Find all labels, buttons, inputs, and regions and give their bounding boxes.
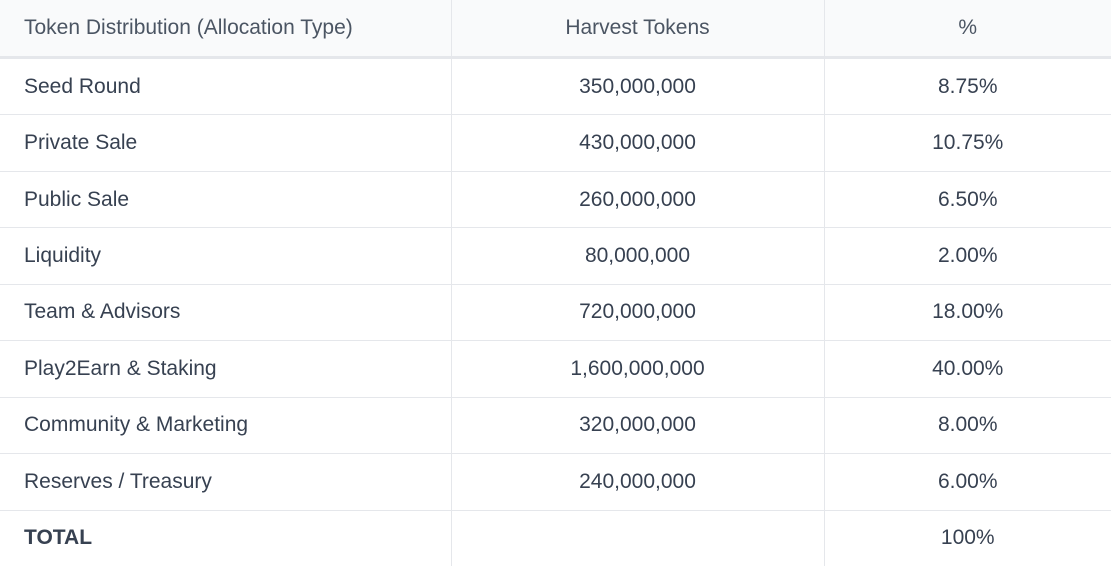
row-token-amount: 320,000,000 [450, 397, 825, 455]
row-percent: 6.00% [823, 453, 1111, 511]
row-token-amount: 1,600,000,000 [450, 340, 825, 398]
table-row: Seed Round 350,000,000 8.75% [0, 57, 1111, 116]
row-token-amount: 720,000,000 [450, 284, 825, 342]
row-percent: 2.00% [823, 227, 1111, 285]
row-percent: 10.75% [823, 114, 1111, 172]
total-token-amount [450, 510, 825, 566]
row-percent: 8.75% [823, 57, 1111, 116]
row-allocation-name: Private Sale [0, 114, 452, 172]
row-allocation-name: Seed Round [0, 57, 452, 116]
header-allocation-type: Token Distribution (Allocation Type) [0, 0, 452, 59]
table-row: Private Sale 430,000,000 10.75% [0, 114, 1111, 172]
header-row: Token Distribution (Allocation Type) Har… [0, 0, 1111, 59]
row-allocation-name: Public Sale [0, 171, 452, 229]
row-token-amount: 80,000,000 [450, 227, 825, 285]
row-allocation-name: Reserves / Treasury [0, 453, 452, 511]
table-row: Team & Advisors 720,000,000 18.00% [0, 284, 1111, 342]
row-allocation-name: Community & Marketing [0, 397, 452, 455]
total-percent: 100% [823, 510, 1111, 566]
row-allocation-name: Team & Advisors [0, 284, 452, 342]
row-token-amount: 350,000,000 [450, 57, 825, 116]
header-percent: % [823, 0, 1111, 59]
row-token-amount: 260,000,000 [450, 171, 825, 229]
token-distribution-table: Token Distribution (Allocation Type) Har… [0, 0, 1111, 566]
table-row: Reserves / Treasury 240,000,000 6.00% [0, 453, 1111, 511]
row-token-amount: 430,000,000 [450, 114, 825, 172]
row-percent: 18.00% [823, 284, 1111, 342]
table-body: Seed Round 350,000,000 8.75% Private Sal… [0, 57, 1111, 566]
table-row: Public Sale 260,000,000 6.50% [0, 171, 1111, 229]
row-percent: 8.00% [823, 397, 1111, 455]
table-header: Token Distribution (Allocation Type) Har… [0, 0, 1111, 59]
total-row: TOTAL 100% [0, 510, 1111, 566]
table-row: Liquidity 80,000,000 2.00% [0, 227, 1111, 285]
table-row: Play2Earn & Staking 1,600,000,000 40.00% [0, 340, 1111, 398]
row-allocation-name: Liquidity [0, 227, 452, 285]
row-token-amount: 240,000,000 [450, 453, 825, 511]
row-percent: 40.00% [823, 340, 1111, 398]
row-percent: 6.50% [823, 171, 1111, 229]
table-row: Community & Marketing 320,000,000 8.00% [0, 397, 1111, 455]
row-allocation-name: Play2Earn & Staking [0, 340, 452, 398]
total-label: TOTAL [0, 510, 452, 566]
header-harvest-tokens: Harvest Tokens [450, 0, 825, 59]
